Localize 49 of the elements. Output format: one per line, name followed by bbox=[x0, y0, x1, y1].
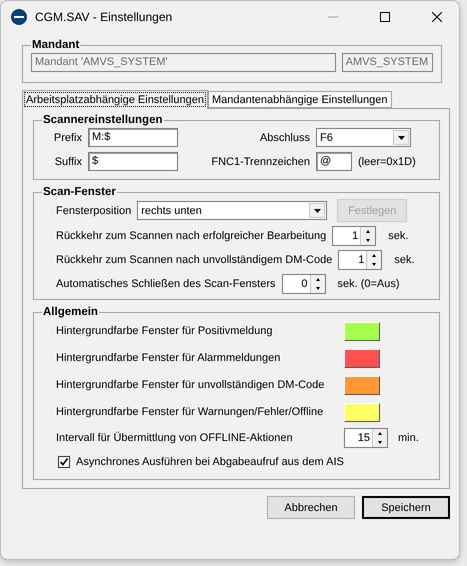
field-label: Abschluss bbox=[258, 130, 310, 144]
dropdown-arrow-icon bbox=[314, 208, 321, 212]
color-swatch[interactable] bbox=[344, 402, 380, 422]
app-logo-icon bbox=[11, 9, 27, 25]
maximize-icon[interactable] bbox=[380, 12, 390, 22]
field-label: Hintergrundfarbe Fenster für unvollständigen DM-Code bbox=[56, 378, 326, 392]
close-icon[interactable] bbox=[432, 12, 442, 22]
dialog-button[interactable]: Speichern bbox=[362, 496, 450, 519]
group-title: Scan-Fenster bbox=[42, 186, 117, 198]
field-label: Hintergrundfarbe Fenster für Positivmeldung bbox=[56, 324, 274, 338]
field-label: Intervall für Übermittlung von OFFLINE-Aktionen bbox=[56, 430, 294, 444]
hint-text: (leer=0x1D) bbox=[358, 154, 416, 168]
unit-label: sek. bbox=[388, 228, 408, 242]
spinner-field[interactable]: 1 bbox=[332, 226, 376, 246]
field-label: FNC1-Trennzeichen bbox=[210, 154, 310, 168]
unit-label: min. bbox=[398, 430, 419, 444]
prefix-field[interactable]: M:$ bbox=[88, 128, 178, 147]
spinner-field[interactable]: 15 bbox=[344, 428, 388, 448]
field-label: Suffix bbox=[54, 154, 82, 168]
color-swatch[interactable] bbox=[344, 348, 380, 368]
group-title: Mandant bbox=[31, 39, 80, 51]
field-label: Rückkehr zum Scannen nach unvollständigem DM-Code bbox=[56, 252, 332, 266]
field-label: Hintergrundfarbe Fenster für Alarmmeldungen bbox=[56, 351, 282, 365]
dialog-button[interactable]: Abbrechen bbox=[267, 496, 355, 519]
field-label: Rückkehr zum Scannen nach erfolgreicher Bearbeitung bbox=[56, 228, 326, 242]
abschluss-dropdown[interactable]: F6 bbox=[316, 128, 411, 147]
field-label: Prefix bbox=[52, 130, 82, 144]
field-label: Automatisches Schließen des Scan-Fensters bbox=[56, 276, 276, 290]
position-dropdown[interactable]: rechts unten bbox=[137, 201, 328, 220]
spinner-field[interactable]: 1 bbox=[338, 250, 382, 270]
color-swatch[interactable] bbox=[344, 322, 380, 340]
group-title: Scannereinstellungen bbox=[42, 114, 164, 126]
async-checkbox[interactable] bbox=[58, 456, 70, 468]
unit-label: sek. bbox=[394, 252, 415, 266]
dropdown-arrow-icon bbox=[398, 136, 404, 140]
tab[interactable]: Arbeitsplatzabhängige Einstellungen bbox=[22, 90, 208, 109]
color-swatch[interactable] bbox=[344, 376, 380, 394]
window-title: CGM.SAV - Einstellungen bbox=[35, 10, 174, 24]
field-label: Fensterposition bbox=[56, 204, 132, 218]
field-label: Hintergrundfarbe Fenster für Warnungen/Fehler/Offline bbox=[56, 405, 324, 419]
mandant-name-field: Mandant 'AMVS_SYSTEM' bbox=[31, 53, 336, 72]
separator-field[interactable]: @ bbox=[316, 152, 352, 171]
checkbox-label: Asynchrones Ausführen bei Abgabeaufruf aus dem AIS bbox=[76, 454, 344, 468]
group-title: Allgemein bbox=[42, 306, 99, 318]
unit-label: sek. (0=Aus) bbox=[338, 276, 400, 290]
suffix-field[interactable]: $ bbox=[88, 152, 178, 171]
tab[interactable]: Mandantenabhängige Einstellungen bbox=[208, 91, 392, 108]
spinner-field[interactable]: 0 bbox=[282, 274, 326, 294]
mandant-code-field: AMVS_SYSTEM bbox=[342, 53, 433, 72]
